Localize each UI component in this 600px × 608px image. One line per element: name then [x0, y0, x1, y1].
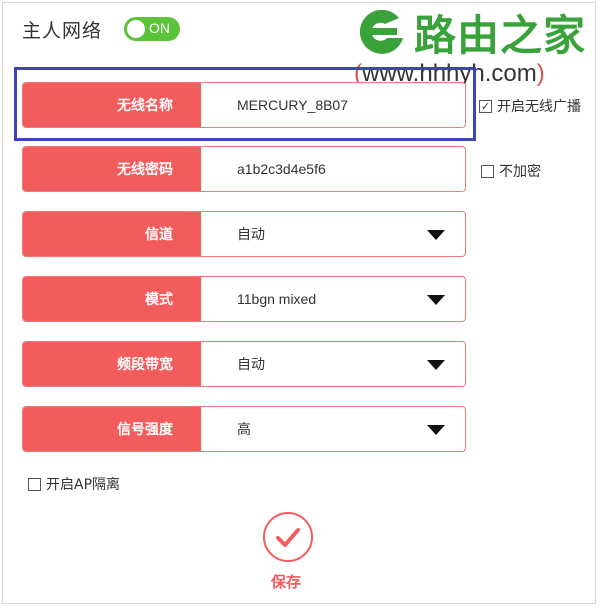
checkbox-checked-icon[interactable]: ✓: [479, 99, 492, 113]
page-title: 主人网络: [22, 20, 103, 42]
ap-isolation-label: 开启AP隔离: [46, 477, 121, 493]
checkmark-icon: [276, 528, 300, 547]
no-encrypt-checkbox[interactable]: 不加密: [481, 161, 541, 181]
bandwidth-value[interactable]: 自动: [237, 342, 265, 386]
signal-strength-select[interactable]: 信号强度 高: [22, 406, 466, 452]
channel-select[interactable]: 信道 自动: [22, 211, 466, 257]
checkbox-icon[interactable]: [28, 477, 41, 491]
broadcast-checkbox[interactable]: ✓ 开启无线广播: [479, 96, 581, 116]
no-encrypt-label: 不加密: [499, 164, 541, 180]
bandwidth-label: 频段带宽: [23, 342, 201, 386]
watermark-url-close: ): [536, 60, 545, 87]
bandwidth-select[interactable]: 频段带宽 自动: [22, 341, 466, 387]
ssid-highlight-box: [14, 67, 476, 141]
host-network-toggle[interactable]: ON: [124, 17, 180, 41]
toggle-label: ON: [149, 20, 170, 36]
watermark-brand: 路由之家: [414, 11, 587, 60]
mode-value[interactable]: 11bgn mixed: [237, 277, 316, 321]
save-label[interactable]: 保存: [271, 571, 301, 592]
checkbox-icon[interactable]: [481, 164, 494, 178]
ap-isolation-checkbox[interactable]: 开启AP隔离: [28, 474, 120, 494]
chevron-down-icon[interactable]: [427, 425, 445, 435]
broadcast-label: 开启无线广播: [497, 99, 581, 115]
chevron-down-icon[interactable]: [427, 295, 445, 305]
password-input[interactable]: a1b2c3d4e5f6: [237, 147, 326, 191]
signal-strength-value[interactable]: 高: [237, 407, 251, 451]
mode-select[interactable]: 模式 11bgn mixed: [22, 276, 466, 322]
password-field[interactable]: 无线密码 a1b2c3d4e5f6: [22, 146, 466, 192]
save-button[interactable]: [263, 512, 313, 562]
channel-value[interactable]: 自动: [237, 212, 265, 256]
chevron-down-icon[interactable]: [427, 360, 445, 370]
channel-label: 信道: [23, 212, 201, 256]
site-logo-icon: [359, 9, 403, 54]
signal-strength-label: 信号强度: [23, 407, 201, 451]
password-label: 无线密码: [23, 147, 201, 191]
chevron-down-icon[interactable]: [427, 230, 445, 240]
toggle-knob: [127, 20, 145, 38]
mode-label: 模式: [23, 277, 201, 321]
